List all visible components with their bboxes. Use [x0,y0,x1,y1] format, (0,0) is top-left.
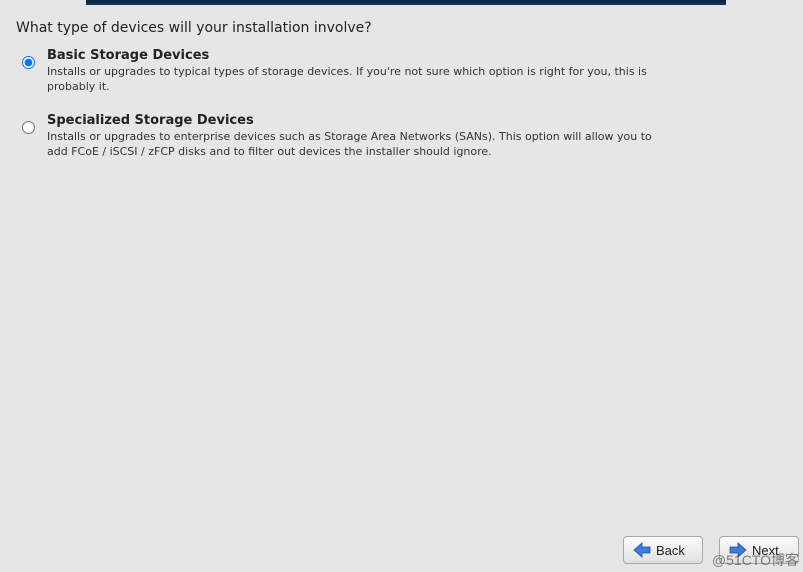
arrow-right-icon [728,541,748,559]
option-basic-title: Basic Storage Devices [47,48,667,63]
radio-specialized-storage[interactable] [22,121,35,134]
option-specialized-text: Specialized Storage Devices Installs or … [47,113,667,160]
option-specialized-storage[interactable]: Specialized Storage Devices Installs or … [22,113,787,160]
option-basic-text: Basic Storage Devices Installs or upgrad… [47,48,667,95]
option-specialized-title: Specialized Storage Devices [47,113,667,128]
option-specialized-desc: Installs or upgrades to enterprise devic… [47,130,667,160]
arrow-left-icon [632,541,652,559]
back-label: Back [656,543,685,558]
option-basic-storage[interactable]: Basic Storage Devices Installs or upgrad… [22,48,787,95]
header-banner [86,0,726,5]
options-group: Basic Storage Devices Installs or upgrad… [16,48,787,159]
button-bar: Back Next [623,536,799,564]
option-basic-desc: Installs or upgrades to typical types of… [47,65,667,95]
main-content: What type of devices will your installat… [0,10,803,530]
radio-basic-storage[interactable] [22,56,35,69]
question-text: What type of devices will your installat… [16,20,787,36]
next-button[interactable]: Next [719,536,799,564]
back-button[interactable]: Back [623,536,703,564]
next-label: Next [752,543,779,558]
